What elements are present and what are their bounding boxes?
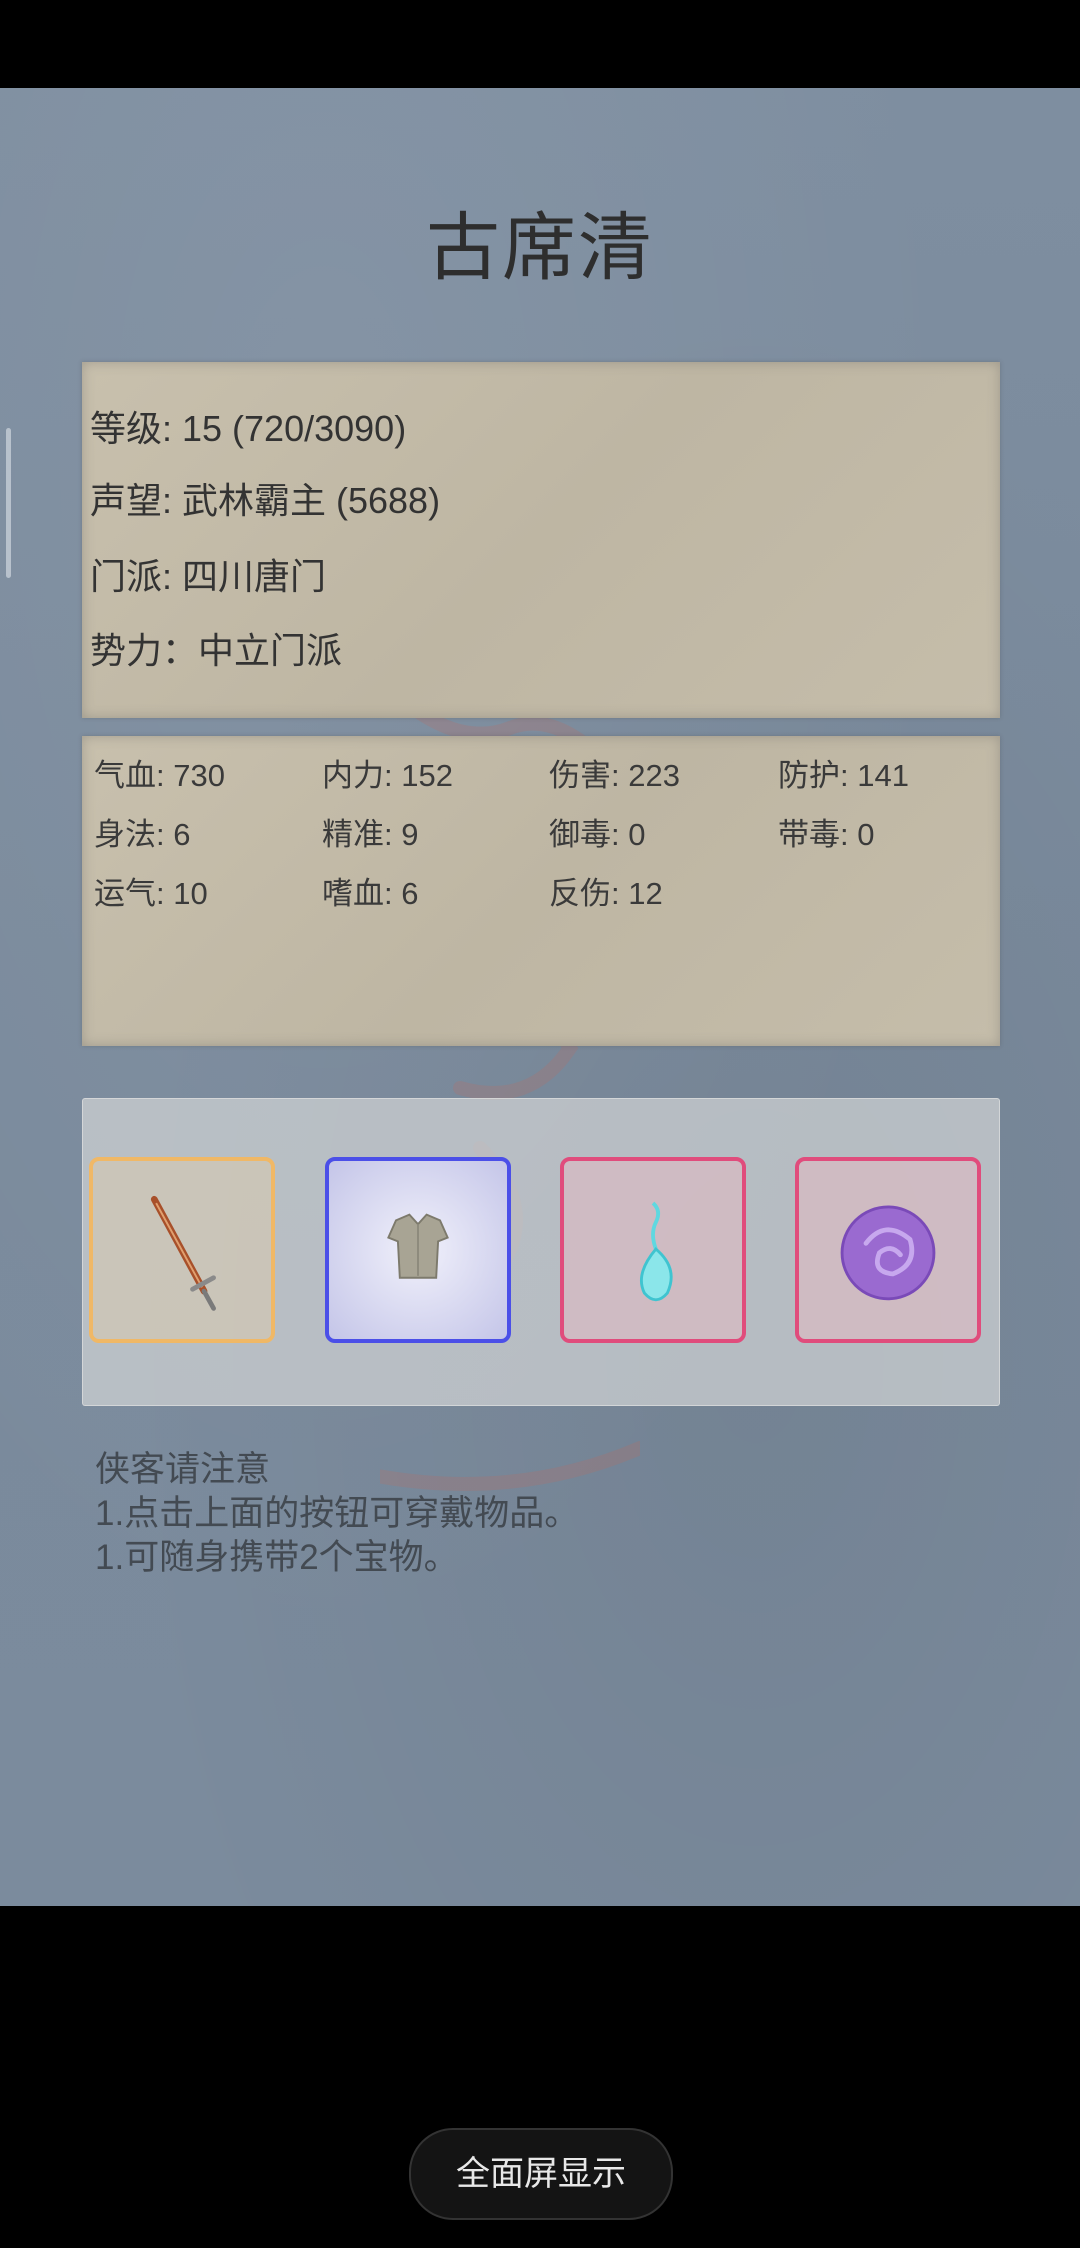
stat-poison: 带毒: 0 [778, 817, 875, 852]
equip-slot-armor[interactable] [325, 1157, 511, 1343]
status-bar [0, 0, 1080, 88]
character-name: 古席清 [426, 205, 654, 291]
stat-damage: 伤害: 223 [549, 758, 680, 793]
equip-slot-treasure-2[interactable] [795, 1157, 981, 1343]
reputation-text: 声望: 武林霸主 (5688) [90, 480, 441, 521]
sect-text: 门派: 四川唐门 [90, 556, 327, 597]
jade-pendant-icon [640, 1201, 673, 1302]
fullscreen-button[interactable]: 全面屏显示 [409, 2128, 673, 2220]
equip-slot-weapon[interactable] [89, 1157, 275, 1343]
sword-icon [150, 1195, 216, 1311]
game-screen: 古席清 等级: 15 (720/3090) 声望: 武林霸主 (5688) 门派… [0, 88, 1080, 1906]
stat-internal-power: 内力: 152 [322, 758, 453, 793]
notice-title: 侠客请注意 [95, 1450, 271, 1489]
armor-icon [387, 1213, 449, 1279]
stat-luck: 运气: 10 [94, 876, 208, 911]
stat-poison-resist: 御毒: 0 [549, 817, 646, 852]
notice-line-2: 1.可随身携带2个宝物。 [95, 1538, 459, 1577]
equipment-panel [82, 1098, 1000, 1406]
stat-hp: 气血: 730 [94, 758, 225, 793]
purple-orb-icon [840, 1205, 936, 1301]
scroll-indicator [6, 428, 11, 578]
notice-text: 侠客请注意 1.点击上面的按钮可穿戴物品。 1.可随身携带2个宝物。 [95, 1448, 579, 1580]
stat-defense: 防护: 141 [778, 758, 909, 793]
stat-bloodthirst: 嗜血: 6 [322, 876, 419, 911]
stat-reflect: 反伤: 12 [549, 876, 663, 911]
faction-text: 势力：中立门派 [90, 630, 343, 671]
stat-accuracy: 精准: 9 [322, 817, 419, 852]
stats-panel: 气血: 730 内力: 152 伤害: 223 防护: 141 身法: 6 精准… [82, 736, 1000, 1046]
character-info-panel: 等级: 15 (720/3090) 声望: 武林霸主 (5688) 门派: 四川… [82, 362, 1000, 718]
level-text: 等级: 15 (720/3090) [90, 408, 407, 449]
stat-agility: 身法: 6 [94, 817, 191, 852]
equip-slot-treasure-1[interactable] [560, 1157, 746, 1343]
notice-line-1: 1.点击上面的按钮可穿戴物品。 [95, 1494, 580, 1533]
